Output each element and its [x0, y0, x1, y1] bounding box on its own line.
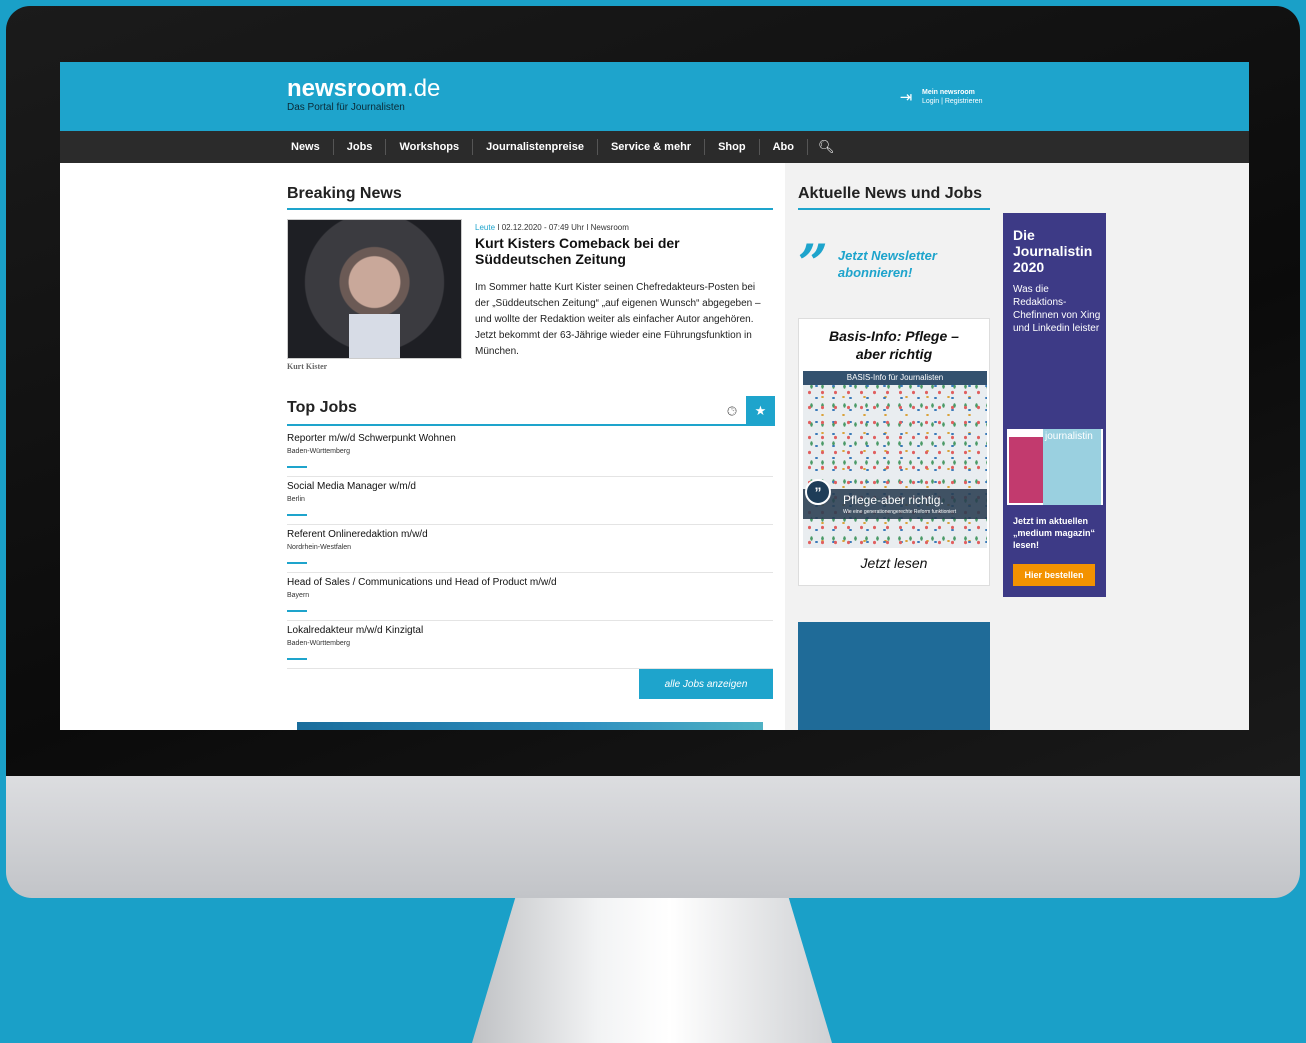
sidebar-title: Aktuelle News und Jobs — [798, 185, 983, 202]
nav-item-news[interactable]: News — [278, 139, 334, 155]
article-category[interactable]: Leute — [475, 223, 495, 232]
article-photo[interactable] — [287, 219, 462, 359]
login-icon: ⇥ — [899, 89, 913, 106]
account-title[interactable]: Mein newsroom — [922, 88, 983, 97]
ad-headline-1: Die — [1013, 227, 1035, 243]
basis-banner-title: Pflege-aber richtig. — [843, 493, 944, 507]
nav-item-shop[interactable]: Shop — [705, 139, 760, 155]
job-location: Bayern — [287, 592, 310, 599]
article-headline[interactable]: Kurt Kisters Comeback bei der Süddeutsch… — [475, 235, 715, 267]
job-title[interactable]: Referent Onlineredaktion m/w/d — [287, 528, 773, 541]
logo-main: newsroom — [287, 75, 408, 102]
photo-caption: Kurt Kister — [287, 362, 328, 371]
newsletter-line-2: abonnieren! — [837, 265, 913, 280]
ad-headline-2: Journalistin — [1013, 243, 1093, 259]
all-jobs-button[interactable]: alle Jobs anzeigen — [639, 669, 773, 699]
breaking-news-rule — [287, 208, 773, 210]
article-meta: Leute I 02.12.2020 - 07:49 Uhr I Newsroo… — [475, 223, 629, 232]
basis-read-link[interactable]: Jetzt lesen — [799, 555, 989, 571]
account-links[interactable]: Login | Registrieren — [922, 97, 983, 106]
job-item[interactable]: Reporter m/w/d Schwerpunkt Wohnen Baden-… — [287, 432, 773, 480]
newsletter-signup[interactable]: ” Jetzt Newsletter abonnieren! — [798, 234, 937, 295]
crowd-illustration — [803, 385, 987, 548]
nav-item-abo[interactable]: Abo — [760, 139, 808, 155]
job-location: Nordrhein-Westfalen — [287, 544, 352, 551]
ad-text-2: Jetzt im aktuellen „medium magazin“ lese… — [1013, 516, 1096, 550]
photo-detail — [348, 313, 401, 358]
job-item[interactable]: Referent Onlineredaktion m/w/d Nordrhein… — [287, 528, 773, 576]
breaking-news-title: Breaking News — [287, 185, 402, 202]
nav-item-service[interactable]: Service & mehr — [598, 139, 706, 155]
promo-banner-partial[interactable] — [297, 722, 763, 730]
job-accent — [287, 562, 307, 564]
magazine-label: journalistin — [1045, 431, 1093, 442]
job-accent — [287, 658, 307, 660]
clock-icon[interactable]: 🕒︎ — [718, 396, 746, 426]
newsletter-line-1: Jetzt Newsletter — [837, 248, 937, 263]
main-nav: News Jobs Workshops Journalistenpreise S… — [60, 131, 1249, 163]
sidebar-title-rule — [798, 208, 990, 210]
nav-item-jobs[interactable]: Jobs — [334, 139, 387, 155]
job-item[interactable]: Lokalredakteur m/w/d Kinzigtal Baden-Wür… — [287, 624, 773, 672]
job-title[interactable]: Reporter m/w/d Schwerpunkt Wohnen — [287, 432, 773, 445]
job-location: Berlin — [287, 496, 305, 503]
magazine-cover-left — [1009, 437, 1043, 503]
basis-info-teaser[interactable]: Basis-Info: Pflege – aber richtig BASIS-… — [798, 318, 990, 586]
site-tagline: Das Portal für Journalisten — [287, 102, 405, 113]
job-accent — [287, 466, 307, 468]
top-jobs-title: Top Jobs — [287, 399, 357, 416]
quote-icon: ” — [798, 234, 828, 295]
job-accent — [287, 514, 307, 516]
ad-headline-3: 2020 — [1013, 259, 1045, 275]
article-date-author: I 02.12.2020 - 07:49 Uhr I Newsroom — [495, 223, 629, 232]
job-divider — [287, 524, 773, 525]
magazine-cover-image: journalistin — [1007, 429, 1103, 505]
order-button[interactable]: Hier bestellen — [1013, 564, 1095, 586]
job-divider — [287, 476, 773, 477]
jobs-sort-controls: 🕒︎ ★ — [718, 396, 775, 426]
article-teaser: Im Sommer hatte Kurt Kister seinen Chefr… — [475, 282, 761, 357]
monitor-chin — [6, 776, 1300, 898]
journalistin-ad[interactable]: Die Journalistin 2020 Was die Redaktions… — [1003, 213, 1106, 597]
job-divider — [287, 572, 773, 573]
job-title[interactable]: Head of Sales / Communications und Head … — [287, 576, 773, 589]
nav-item-workshops[interactable]: Workshops — [386, 139, 474, 155]
job-accent — [287, 610, 307, 612]
basis-banner-subtitle: Wie eine generationengerechte Reform fun… — [843, 509, 957, 515]
basis-quote-icon: ” — [805, 479, 831, 505]
search-icon[interactable]: 🔍︎ — [808, 139, 845, 155]
job-location: Baden-Württemberg — [287, 640, 351, 647]
job-divider — [287, 620, 773, 621]
job-title[interactable]: Social Media Manager w/m/d — [287, 480, 773, 493]
browser-viewport: newsroom.de Das Portal für Journalisten … — [60, 62, 1249, 730]
site-header: newsroom.de Das Portal für Journalisten … — [60, 62, 1249, 131]
nav-item-journalistenpreise[interactable]: Journalistenpreise — [473, 139, 598, 155]
basis-band: BASIS-Info für Journalisten — [803, 371, 987, 385]
job-location: Baden-Württemberg — [287, 448, 351, 455]
job-title[interactable]: Lokalredakteur m/w/d Kinzigtal — [287, 624, 773, 637]
ad-text: Was die Redaktions-Chefinnen von Xing un… — [1013, 284, 1101, 334]
monitor-stand — [472, 898, 832, 1043]
job-item[interactable]: Head of Sales / Communications und Head … — [287, 576, 773, 624]
basis-title-line-2: aber richtig — [855, 346, 933, 362]
star-icon[interactable]: ★ — [746, 396, 775, 426]
basis-title-line-1: Basis-Info: Pflege – — [829, 328, 959, 344]
job-item[interactable]: Social Media Manager w/m/d Berlin — [287, 480, 773, 528]
top-jobs-rule — [287, 424, 773, 426]
sidebar-ad-placeholder[interactable] — [798, 622, 990, 730]
logo-tld: .de — [407, 75, 441, 102]
account-menu[interactable]: ⇥ Mein newsroom Login | Registrieren — [898, 88, 983, 106]
site-logo[interactable]: newsroom.de — [287, 76, 440, 102]
